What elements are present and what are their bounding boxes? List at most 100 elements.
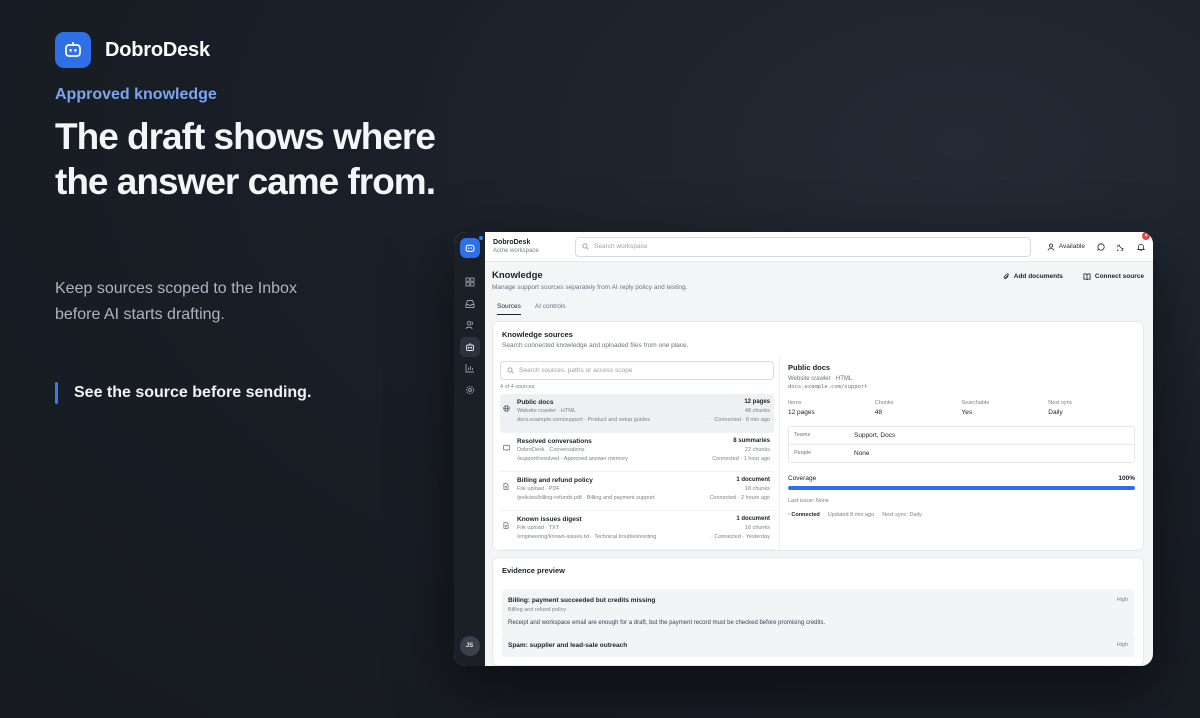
page-actions: Add documents Connect source (1003, 273, 1144, 280)
source-name: Known issues digest (517, 516, 582, 523)
nav-settings[interactable] (460, 380, 480, 400)
add-documents-label: Add documents (1013, 273, 1063, 280)
detail-title: Public docs (788, 363, 831, 372)
add-documents-button[interactable]: Add documents (1003, 273, 1063, 280)
brand-logo-icon (55, 32, 91, 68)
source-item-count: 8 summaries (733, 438, 770, 444)
detail-meta: Website crawler · HTML (788, 376, 853, 382)
detail-stats: Items 12 pages Chunks 48 Searchable Yes Nex… (788, 400, 1135, 416)
source-status: Connected · 1 hour ago (712, 456, 770, 462)
teams-value: Support, Docs (854, 432, 896, 439)
connected-status: · Connected (788, 511, 820, 518)
stat-value: Daily (1048, 409, 1063, 416)
source-item-count: 12 pages (744, 399, 770, 405)
nav-dashboard[interactable] (460, 272, 480, 292)
notifications-button[interactable]: 4 (1136, 232, 1150, 256)
topbar: DobroDesk Acme workspace Search workspac… (485, 232, 1153, 262)
availability-toggle[interactable]: Available (1047, 243, 1085, 251)
people-label: People (794, 450, 812, 456)
stat-label: Items (788, 400, 802, 406)
source-path: /support/resolved · Approved answer memo… (517, 456, 628, 462)
connect-source-label: Connect source (1094, 273, 1144, 280)
page-header: Knowledge Manage support sources separat… (492, 270, 1144, 291)
callout-accent-bar (55, 382, 58, 404)
tab-sources[interactable]: Sources (497, 303, 521, 315)
evidence-item[interactable]: Spam: supplier and lead-sale outreach Hi… (502, 634, 1134, 657)
teams-label: Teams (794, 432, 811, 438)
brand: DobroDesk (55, 32, 475, 68)
stat-label: Chunks (874, 400, 894, 406)
people-value: None (854, 450, 870, 457)
tab-ai-controls[interactable]: AI controls (535, 303, 566, 315)
workspace-search-placeholder: Search workspace (594, 243, 648, 250)
moon-icon[interactable] (1117, 243, 1125, 251)
source-row-public-docs[interactable]: Public docs Website crawler · HTML docs.… (500, 394, 774, 433)
contacts-icon (465, 321, 473, 330)
search-icon (582, 243, 589, 250)
evidence-title: Evidence preview (502, 566, 565, 575)
source-name: Public docs (517, 399, 554, 406)
evidence-item[interactable]: Billing: payment succeeded but credits m… (502, 589, 1134, 634)
next-sync-status: Next sync: Daily (882, 511, 922, 518)
workspace-switcher[interactable]: DobroDesk Acme workspace (493, 238, 565, 255)
source-type: File upload · TXT (517, 525, 560, 531)
headline: The draft shows where the answer came fr… (55, 114, 475, 204)
source-type: Website crawler · HTML (517, 408, 576, 414)
callout: See the source before sending. (55, 382, 311, 404)
headline-line-2: the answer came from. (55, 161, 436, 202)
paperclip-icon (1003, 273, 1009, 280)
source-status: · Connected · 8 min ago (710, 417, 770, 423)
user-icon (1047, 243, 1055, 251)
workspace-sub: Acme workspace (493, 248, 539, 254)
nav-contacts[interactable] (460, 315, 480, 335)
source-row-known-issues[interactable]: Known issues digest File upload · TXT /e… (500, 511, 774, 550)
avatar[interactable]: JS (459, 636, 480, 656)
coverage-value: 100% (1118, 475, 1135, 482)
app-window: JS DobroDesk Acme workspace Search works… (454, 232, 1153, 666)
main-area: DobroDesk Acme workspace Search workspac… (485, 232, 1153, 666)
book-open-icon (1083, 273, 1091, 280)
top-actions: Available 4 (1047, 232, 1150, 256)
source-search-input[interactable]: Search sources, paths or access scope (500, 361, 774, 380)
file-icon (503, 483, 509, 490)
last-issue: Last issue: None (788, 497, 829, 504)
chat-icon[interactable] (1097, 242, 1105, 251)
coverage-bar (788, 486, 1135, 490)
subtext: Keep sources scoped to the Inbox before … (55, 276, 355, 328)
source-name: Resolved conversations (517, 438, 592, 445)
subtext-line-2: before AI starts drafting. (55, 306, 225, 323)
source-type: DobroDesk · Conversations (517, 447, 585, 453)
inbox-icon (465, 299, 474, 308)
source-chunks: 22 chunks (744, 447, 770, 453)
evidence-priority: High (1116, 597, 1128, 603)
nav-reports[interactable] (460, 358, 480, 378)
source-item-count: 1 document (736, 516, 770, 522)
source-row-resolved-conversations[interactable]: Resolved conversations DobroDesk · Conve… (500, 433, 774, 472)
knowledge-sources-card: Knowledge sources Search connected knowl… (492, 321, 1144, 551)
stat-label: Searchable (961, 400, 990, 406)
bell-icon (1136, 243, 1146, 251)
source-path: docs.example.com/support · Product and s… (517, 417, 650, 423)
card-title: Knowledge sources (502, 330, 573, 339)
stat-value: 12 pages (788, 409, 815, 416)
source-path: /engineering/known-issues.txt · Technica… (517, 534, 657, 540)
nav-ai[interactable] (459, 336, 480, 357)
stat-value: Yes (961, 409, 973, 416)
headline-line-1: The draft shows where (55, 116, 436, 157)
card-subtitle: Search connected knowledge and uploaded … (502, 342, 689, 349)
nav-inbox[interactable] (460, 294, 480, 314)
source-chunks: 48 chunks (744, 408, 770, 414)
connection-status: · Connected Updated 8 min ago Next sync:… (788, 512, 1135, 518)
app-logo-icon[interactable] (459, 235, 484, 258)
evidence-item-title: Spam: supplier and lead-sale outreach (508, 642, 628, 649)
source-type: File upload · PDF (517, 486, 560, 492)
workspace-search-input[interactable]: Search workspace (575, 236, 1031, 257)
settings-icon (465, 385, 474, 394)
source-row-billing-refund-policy[interactable]: Billing and refund policy File upload · … (500, 472, 774, 511)
updated-status: Updated 8 min ago (827, 511, 875, 518)
detail-url: docs.example.com/support (788, 384, 868, 390)
access-scope: Teams Support, Docs People None (788, 426, 1135, 463)
connect-source-button[interactable]: Connect source (1083, 273, 1144, 280)
callout-text: See the source before sending. (74, 384, 312, 401)
book-icon (503, 444, 510, 451)
